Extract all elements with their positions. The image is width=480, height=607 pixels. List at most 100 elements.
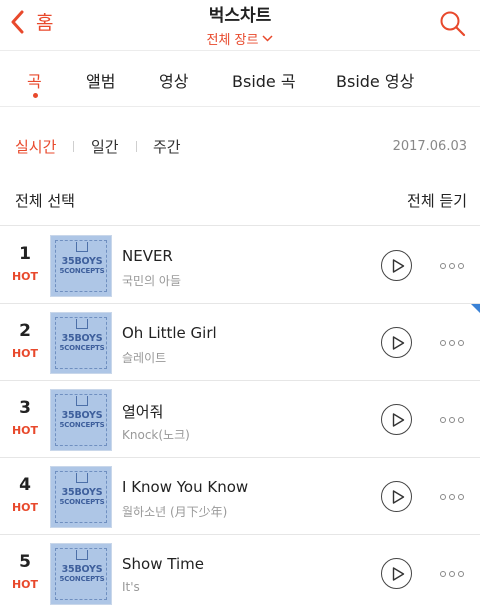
- album-art-emblem: [76, 473, 88, 483]
- genre-dropdown[interactable]: 전체 장르: [207, 29, 274, 48]
- select-all-button[interactable]: 전체 선택: [15, 190, 75, 211]
- song-row[interactable]: 1 HOT 35BOYS 5CONCEPTS NEVER 국민의 아들: [0, 227, 480, 304]
- hot-badge: HOT: [11, 501, 39, 514]
- category-tabs: 곡 앨범 영상 Bside 곡 Bside 영상: [0, 50, 480, 107]
- play-icon: [392, 490, 405, 504]
- tab-bside-songs[interactable]: Bside 곡: [232, 68, 296, 92]
- title-block: 벅스차트 전체 장르: [0, 1, 480, 48]
- period-divider: [136, 141, 137, 152]
- listen-all-button[interactable]: 전체 듣기: [407, 190, 467, 211]
- album-art-line2: 5CONCEPTS: [59, 498, 105, 506]
- more-dot-icon: [458, 340, 464, 346]
- song-title[interactable]: I Know You Know: [122, 478, 248, 496]
- album-art[interactable]: 35BOYS 5CONCEPTS: [50, 466, 112, 528]
- hot-badge: HOT: [11, 578, 39, 591]
- search-button[interactable]: [439, 10, 466, 41]
- song-artist[interactable]: Knock(노크): [122, 426, 190, 443]
- song-title[interactable]: Show Time: [122, 555, 204, 573]
- play-button[interactable]: [381, 558, 412, 589]
- album-art-line1: 35BOYS: [61, 487, 103, 498]
- more-dot-icon: [440, 340, 446, 346]
- album-art[interactable]: 35BOYS 5CONCEPTS: [50, 389, 112, 451]
- album-art[interactable]: 35BOYS 5CONCEPTS: [50, 235, 112, 297]
- more-dot-icon: [449, 263, 455, 269]
- album-art-line1: 35BOYS: [61, 256, 103, 267]
- chevron-down-icon: [262, 35, 274, 42]
- more-dot-icon: [440, 494, 446, 500]
- hot-badge: HOT: [11, 270, 39, 283]
- play-button[interactable]: [381, 481, 412, 512]
- song-title[interactable]: NEVER: [122, 247, 173, 265]
- song-artist[interactable]: 국민의 아들: [122, 272, 181, 289]
- album-art[interactable]: 35BOYS 5CONCEPTS: [50, 312, 112, 374]
- search-icon: [440, 11, 466, 37]
- chart-date: 2017.06.03: [392, 139, 467, 154]
- page-title: 벅스차트: [208, 6, 272, 26]
- active-tab-indicator: [33, 93, 38, 98]
- play-icon: [392, 413, 405, 427]
- song-row[interactable]: 2 HOT 35BOYS 5CONCEPTS Oh Little Girl 슬레…: [0, 304, 480, 381]
- more-dot-icon: [458, 494, 464, 500]
- song-artist[interactable]: It's: [122, 580, 140, 594]
- hot-badge: HOT: [11, 347, 39, 360]
- more-dot-icon: [440, 417, 446, 423]
- rank-number: 3: [19, 398, 31, 418]
- more-dot-icon: [440, 571, 446, 577]
- hot-badge: HOT: [11, 424, 39, 437]
- song-title[interactable]: Oh Little Girl: [122, 324, 217, 342]
- song-artist[interactable]: 슬레이트: [122, 349, 166, 366]
- more-dot-icon: [449, 571, 455, 577]
- play-icon: [392, 336, 405, 350]
- play-icon: [392, 259, 405, 273]
- song-row[interactable]: 4 HOT 35BOYS 5CONCEPTS I Know You Know 월…: [0, 458, 480, 535]
- period-realtime[interactable]: 실시간: [15, 136, 56, 157]
- tab-albums[interactable]: 앨범: [86, 68, 115, 92]
- list-header: 전체 선택 전체 듣기: [0, 178, 480, 226]
- album-art-line2: 5CONCEPTS: [59, 421, 105, 429]
- rank-number: 5: [19, 552, 31, 572]
- period-divider: [73, 141, 74, 152]
- top-bar: 홈 벅스차트 전체 장르: [0, 0, 480, 50]
- album-art-emblem: [76, 242, 88, 252]
- tab-songs[interactable]: 곡: [27, 68, 42, 92]
- new-marker-icon: [471, 304, 480, 313]
- more-options-button[interactable]: [440, 263, 464, 269]
- play-icon: [392, 567, 405, 581]
- more-dot-icon: [449, 494, 455, 500]
- more-dot-icon: [449, 417, 455, 423]
- more-options-button[interactable]: [440, 571, 464, 577]
- album-art[interactable]: 35BOYS 5CONCEPTS: [50, 543, 112, 605]
- rank-number: 1: [19, 244, 31, 264]
- album-art-line1: 35BOYS: [61, 333, 103, 344]
- album-art-line2: 5CONCEPTS: [59, 575, 105, 583]
- tab-bside-videos[interactable]: Bside 영상: [336, 68, 414, 92]
- album-art-emblem: [76, 319, 88, 329]
- song-row[interactable]: 5 HOT 35BOYS 5CONCEPTS Show Time It's: [0, 535, 480, 607]
- more-options-button[interactable]: [440, 494, 464, 500]
- genre-label: 전체 장르: [206, 33, 259, 48]
- period-selector: 실시간 일간 주간 2017.06.03: [0, 132, 480, 160]
- play-button[interactable]: [381, 404, 412, 435]
- more-dot-icon: [440, 263, 446, 269]
- rank-number: 4: [19, 475, 31, 495]
- tab-videos[interactable]: 영상: [159, 68, 188, 92]
- more-dot-icon: [449, 340, 455, 346]
- more-dot-icon: [458, 263, 464, 269]
- more-dot-icon: [458, 417, 464, 423]
- more-options-button[interactable]: [440, 417, 464, 423]
- album-art-emblem: [76, 550, 88, 560]
- play-button[interactable]: [381, 250, 412, 281]
- album-art-line1: 35BOYS: [61, 410, 103, 421]
- song-title[interactable]: 열어줘: [122, 401, 163, 422]
- album-art-emblem: [76, 396, 88, 406]
- period-weekly[interactable]: 주간: [153, 136, 181, 157]
- album-art-line2: 5CONCEPTS: [59, 344, 105, 352]
- more-options-button[interactable]: [440, 340, 464, 346]
- more-dot-icon: [458, 571, 464, 577]
- song-artist[interactable]: 월하소년 (月下少年): [122, 503, 227, 520]
- rank-number: 2: [19, 321, 31, 341]
- song-row[interactable]: 3 HOT 35BOYS 5CONCEPTS 열어줘 Knock(노크): [0, 381, 480, 458]
- period-daily[interactable]: 일간: [91, 136, 119, 157]
- play-button[interactable]: [381, 327, 412, 358]
- album-art-line2: 5CONCEPTS: [59, 267, 105, 275]
